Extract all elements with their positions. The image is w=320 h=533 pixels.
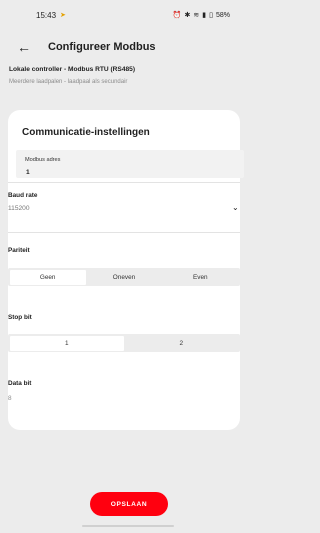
battery-percentage: 58% [215,11,230,19]
parity-option-oneven[interactable]: Oneven [86,270,162,285]
stop-bit-segmented-control: 1 2 [8,334,240,352]
home-indicator [82,525,174,527]
location-icon: ➤ [60,12,66,19]
back-button[interactable]: ← [12,35,36,59]
stop-bit-option-2[interactable]: 2 [124,336,239,351]
baud-rate-field[interactable]: Baud rate 115200 ⌄ [8,192,240,232]
modbus-address-label: Modbus adres [25,157,61,163]
save-button[interactable]: OPSLAAN [90,492,168,516]
chevron-down-icon: ⌄ [232,203,239,212]
status-right: ⏰ ✱ ≋ ▮ ▯ 58% [172,11,230,20]
parity-option-geen[interactable]: Geen [9,269,86,285]
bluetooth-icon: ✱ [184,12,191,19]
battery-icon: ▯ [209,12,213,19]
status-bar: 15:43 ➤ ⏰ ✱ ≋ ▮ ▯ 58% [0,0,244,30]
modbus-address-field[interactable]: Modbus adres 1 [16,150,244,178]
parity-segmented-control: Geen Oneven Even [8,268,240,286]
baud-rate-label: Baud rate [8,192,38,199]
status-left: 15:43 ➤ [36,11,66,20]
status-time: 15:43 [36,10,57,20]
data-bit-value: 8 [8,395,12,402]
modbus-address-value: 1 [26,169,30,176]
stop-bit-option-1[interactable]: 1 [9,335,124,351]
signal-icon: ▮ [202,12,207,19]
parity-option-even[interactable]: Even [162,270,238,285]
communication-settings-card: Communicatie-instellingen Modbus adres 1… [8,110,244,430]
stop-bit-label: Stop bit [8,314,32,321]
controller-title: Lokale controller - Modbus RTU (RS485) [9,66,136,73]
alarm-icon: ⏰ [172,12,182,19]
app-bar: ← Configureer Modbus [0,30,244,64]
card-title: Communicatie-instellingen [22,127,150,138]
parity-label: Pariteit [8,247,30,254]
wifi-icon: ≋ [193,12,200,19]
page-title: Configureer Modbus [48,41,156,53]
controller-subtitle: Meerdere laadpalen - laadpaal als secund… [9,79,128,85]
divider [8,182,240,183]
baud-rate-value: 115200 [8,205,30,212]
divider [8,232,240,233]
data-bit-label: Data bit [8,380,32,387]
arrow-left-icon: ← [17,39,31,55]
